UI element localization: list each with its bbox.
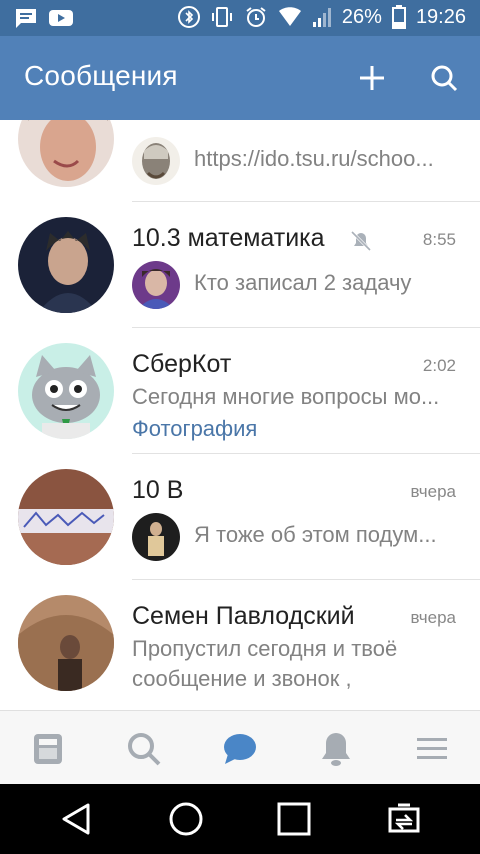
mini-avatar — [132, 137, 180, 185]
home-button[interactable] — [164, 799, 208, 839]
conversation-row[interactable]: Семен Павлодский вчера Пропустил сегодня… — [0, 580, 480, 706]
conversation-time: 2:02 — [422, 356, 456, 375]
tab-news[interactable] — [26, 727, 70, 771]
avatar — [18, 120, 114, 187]
page-title: Сообщения — [24, 60, 178, 91]
tab-messages[interactable] — [218, 727, 262, 771]
conversation-list: https://ido.tsu.ru/schoo... 10.3 математ… — [0, 120, 480, 710]
notifications-icon — [322, 733, 350, 766]
home-icon — [169, 802, 203, 836]
conversation-row[interactable]: 10.3 математика 8:55 Кто записал 2 задач… — [0, 202, 480, 328]
search-icon — [128, 733, 161, 766]
menu-icon — [417, 738, 447, 759]
bluetooth-icon — [177, 6, 200, 28]
new-message-button[interactable] — [352, 58, 392, 98]
plus-icon — [360, 66, 384, 90]
conversation-name: 10.3 математика — [132, 224, 325, 252]
news-icon — [34, 734, 62, 764]
conversation-name: СберКот — [132, 350, 232, 378]
signal-icon — [312, 6, 332, 28]
mini-avatar — [132, 513, 180, 561]
message-preview: Я тоже об этом подум... — [194, 522, 437, 547]
status-bar: 26% 19:26 — [0, 0, 480, 36]
screen-mirror-icon — [388, 803, 420, 833]
bottom-tab-bar — [0, 710, 480, 784]
muted-icon — [350, 230, 372, 252]
message-preview: Сегодня многие вопросы мо... — [132, 384, 440, 409]
battery-percent: 26% — [341, 5, 382, 28]
screen-mirror-button[interactable] — [382, 799, 426, 839]
messages-icon — [224, 734, 256, 764]
message-icon — [14, 7, 38, 29]
tab-search[interactable] — [122, 727, 166, 771]
avatar — [18, 217, 114, 313]
message-preview-line2: сообщение и звонок , — [132, 666, 352, 691]
conversation-time: вчера — [410, 482, 457, 501]
message-preview: https://ido.tsu.ru/schoo... — [194, 146, 434, 171]
conversation-name: 10 В — [132, 476, 184, 504]
recents-button[interactable] — [272, 799, 316, 839]
back-icon — [62, 803, 90, 835]
avatar — [18, 343, 114, 439]
battery-icon — [391, 5, 406, 29]
alarm-icon — [244, 5, 268, 29]
system-nav-bar — [0, 784, 480, 854]
back-button[interactable] — [54, 799, 98, 839]
conversation-row[interactable]: https://ido.tsu.ru/schoo... — [0, 120, 480, 202]
app-bar: Сообщения — [0, 36, 480, 120]
search-icon — [431, 65, 458, 92]
conversation-time: вчера — [410, 608, 457, 627]
message-preview: Кто записал 2 задачу — [194, 270, 412, 295]
vibrate-icon — [210, 5, 234, 29]
tab-notifications[interactable] — [314, 727, 358, 771]
conversation-row[interactable]: 10 В вчера Я тоже об этом подум... — [0, 454, 480, 580]
mini-avatar — [132, 261, 180, 309]
conversation-name: Семен Павлодский — [132, 602, 355, 630]
conversation-row[interactable]: СберКот 2:02 Сегодня многие вопросы мо..… — [0, 328, 480, 454]
youtube-icon — [48, 7, 74, 29]
search-button[interactable] — [424, 58, 464, 98]
attachment-label: Фотография — [132, 416, 258, 441]
wifi-icon — [278, 6, 302, 28]
message-preview-line1: Пропустил сегодня и твоё — [132, 636, 398, 661]
avatar — [18, 595, 114, 691]
avatar — [18, 469, 114, 565]
conversation-time: 8:55 — [422, 230, 456, 249]
clock: 19:26 — [415, 5, 466, 28]
recents-icon — [277, 802, 311, 836]
tab-menu[interactable] — [410, 727, 454, 771]
